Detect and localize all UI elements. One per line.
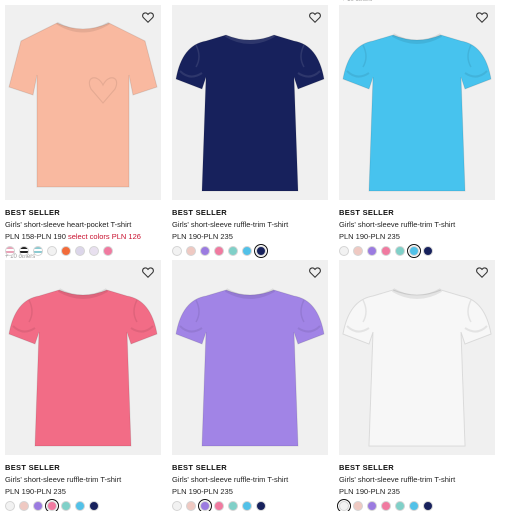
- color-swatch[interactable]: [409, 501, 419, 511]
- product-card[interactable]: BEST SELLER Girls' short-sleeve ruffle-t…: [172, 5, 328, 258]
- product-name[interactable]: Girls' short-sleeve heart-pocket T-shirt: [5, 220, 161, 229]
- color-swatch[interactable]: [19, 501, 29, 511]
- product-card[interactable]: BEST SELLER Girls' short-sleeve ruffle-t…: [337, 260, 495, 511]
- product-name[interactable]: Girls' short-sleeve ruffle-trim T-shirt: [172, 475, 328, 484]
- product-name[interactable]: Girls' short-sleeve ruffle-trim T-shirt: [339, 220, 495, 229]
- color-swatch[interactable]: [89, 501, 99, 511]
- product-card[interactable]: BEST SELLER Girls' short-sleeve ruffle-t…: [339, 5, 495, 258]
- product-image[interactable]: [172, 5, 328, 200]
- tshirt-image[interactable]: [5, 5, 161, 200]
- color-swatch[interactable]: [353, 246, 363, 256]
- tshirt-image[interactable]: [339, 5, 495, 200]
- color-swatch[interactable]: [103, 246, 113, 256]
- best-seller-badge: BEST SELLER: [172, 463, 227, 472]
- sale-price: select colors PLN 126: [67, 232, 141, 241]
- color-swatches: [5, 246, 161, 256]
- color-swatch[interactable]: [423, 501, 433, 511]
- product-price: PLN 190-PLN 235: [339, 487, 495, 496]
- color-swatch[interactable]: [214, 501, 224, 511]
- color-swatch[interactable]: [256, 501, 266, 511]
- product-image[interactable]: [339, 260, 495, 455]
- color-swatch[interactable]: [19, 246, 29, 256]
- product-price: PLN 158-PLN 190 select colors PLN 126: [5, 232, 161, 241]
- others-label[interactable]: + 10 others: [342, 0, 372, 3]
- best-seller-badge: BEST SELLER: [339, 463, 394, 472]
- color-swatch[interactable]: [33, 501, 43, 511]
- tshirt-image[interactable]: [339, 260, 495, 455]
- product-image[interactable]: [339, 5, 495, 200]
- color-swatch[interactable]: [61, 501, 71, 511]
- color-swatches: [339, 244, 495, 258]
- color-swatch[interactable]: [172, 246, 182, 256]
- color-swatch[interactable]: [200, 246, 210, 256]
- product-name[interactable]: Girls' short-sleeve ruffle-trim T-shirt: [172, 220, 328, 229]
- heart-icon[interactable]: [141, 265, 155, 279]
- best-seller-badge: BEST SELLER: [172, 208, 227, 217]
- product-price: PLN 190-PLN 235: [172, 232, 328, 241]
- heart-icon[interactable]: [141, 10, 155, 24]
- tshirt-image[interactable]: [5, 260, 161, 455]
- color-swatch[interactable]: [423, 246, 433, 256]
- heart-icon[interactable]: [475, 10, 489, 24]
- product-image[interactable]: [5, 5, 161, 200]
- color-swatch[interactable]: [89, 246, 99, 256]
- color-swatch[interactable]: [367, 501, 377, 511]
- product-price: PLN 190-PLN 235: [172, 487, 328, 496]
- color-swatches: [337, 499, 495, 511]
- product-card[interactable]: BEST SELLER Girls' short-sleeve ruffle-t…: [172, 260, 328, 511]
- color-swatch[interactable]: [186, 501, 196, 511]
- color-swatch[interactable]: [5, 501, 15, 511]
- product-price: PLN 190-PLN 235: [5, 487, 161, 496]
- price-range: PLN 190-PLN 235: [339, 232, 400, 241]
- color-swatch[interactable]: [61, 246, 71, 256]
- color-swatch[interactable]: [228, 246, 238, 256]
- heart-icon[interactable]: [308, 265, 322, 279]
- price-range: PLN 158-PLN 190: [5, 232, 66, 241]
- color-swatch[interactable]: [45, 499, 59, 511]
- color-swatch[interactable]: [186, 246, 196, 256]
- color-swatch[interactable]: [395, 246, 405, 256]
- color-swatch[interactable]: [47, 246, 57, 256]
- heart-icon[interactable]: [475, 265, 489, 279]
- best-seller-badge: BEST SELLER: [5, 463, 60, 472]
- color-swatch[interactable]: [242, 246, 252, 256]
- color-swatch[interactable]: [367, 246, 377, 256]
- color-swatch[interactable]: [5, 246, 15, 256]
- best-seller-badge: BEST SELLER: [339, 208, 394, 217]
- color-swatch[interactable]: [353, 501, 363, 511]
- product-name[interactable]: Girls' short-sleeve ruffle-trim T-shirt: [339, 475, 495, 484]
- color-swatch[interactable]: [198, 499, 212, 511]
- color-swatch[interactable]: [407, 244, 421, 258]
- product-name[interactable]: Girls' short-sleeve ruffle-trim T-shirt: [5, 475, 161, 484]
- color-swatch[interactable]: [33, 246, 43, 256]
- color-swatches: [5, 499, 161, 511]
- product-card[interactable]: BEST SELLER Girls' short-sleeve ruffle-t…: [5, 260, 161, 511]
- color-swatch[interactable]: [75, 246, 85, 256]
- color-swatches: [172, 499, 328, 511]
- color-swatches: [172, 244, 328, 258]
- color-swatch[interactable]: [75, 501, 85, 511]
- color-swatch[interactable]: [254, 244, 268, 258]
- color-swatch[interactable]: [339, 246, 349, 256]
- product-image[interactable]: [172, 260, 328, 455]
- price-range: PLN 190-PLN 235: [172, 232, 233, 241]
- product-image[interactable]: [5, 260, 161, 455]
- price-range: PLN 190-PLN 235: [5, 487, 66, 496]
- color-swatch[interactable]: [242, 501, 252, 511]
- color-swatch[interactable]: [172, 501, 182, 511]
- product-price: PLN 190-PLN 235: [339, 232, 495, 241]
- price-range: PLN 190-PLN 235: [339, 487, 400, 496]
- tshirt-image[interactable]: [172, 260, 328, 455]
- color-swatch[interactable]: [395, 501, 405, 511]
- color-swatch[interactable]: [381, 501, 391, 511]
- price-range: PLN 190-PLN 235: [172, 487, 233, 496]
- best-seller-badge: BEST SELLER: [5, 208, 60, 217]
- color-swatch[interactable]: [381, 246, 391, 256]
- product-card[interactable]: BEST SELLER Girls' short-sleeve heart-po…: [5, 5, 161, 256]
- heart-icon[interactable]: [308, 10, 322, 24]
- color-swatch[interactable]: [337, 499, 351, 511]
- color-swatch[interactable]: [228, 501, 238, 511]
- color-swatch[interactable]: [214, 246, 224, 256]
- tshirt-image[interactable]: [172, 5, 328, 200]
